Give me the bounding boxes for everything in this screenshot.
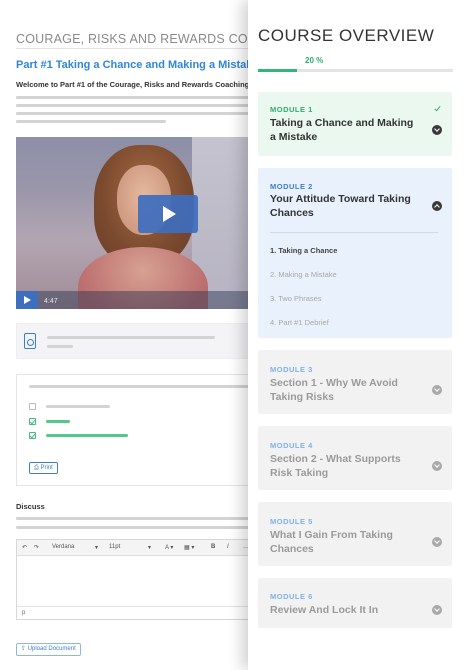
editor-statusbar-divider <box>17 606 257 607</box>
chevron-down-icon: ▾ <box>148 545 152 551</box>
lesson-link[interactable]: 1. Taking a Chance <box>270 246 337 255</box>
lesson-page: COURAGE, RISKS AND REWARDS COACHING Part… <box>0 0 469 670</box>
module-1[interactable]: MODULE 1 Taking a Chance and Making a Mi… <box>258 92 452 156</box>
checkbox[interactable] <box>29 418 36 425</box>
control-play-button[interactable] <box>16 291 38 309</box>
module-number: MODULE 1 <box>270 105 313 114</box>
chevron-down-icon[interactable] <box>432 605 442 615</box>
checklist: ⎙ Print <box>16 374 257 486</box>
chevron-down-icon[interactable] <box>432 125 442 135</box>
print-button[interactable]: ⎙ Print <box>29 462 58 474</box>
module-title: Your Attitude Toward Taking Chances <box>270 193 411 219</box>
module-number: MODULE 5 <box>270 517 313 526</box>
module-title: Review And Lock It In <box>270 604 379 616</box>
checklist-heading-line <box>29 385 257 388</box>
lesson-link[interactable]: 4. Part #1 Debrief <box>270 318 329 327</box>
checkbox[interactable] <box>29 403 36 410</box>
module-number: MODULE 3 <box>270 365 313 374</box>
text-line <box>16 526 252 529</box>
redo-icon[interactable]: ↷ <box>34 544 39 551</box>
module-title: Section 1 - Why We Avoid Taking Risks <box>270 377 398 403</box>
bold-icon[interactable]: B <box>211 544 215 550</box>
print-label: Print <box>40 465 53 471</box>
editor-toolbar: ↶ ↷ Verdana ▾ 11pt ▾ A ▾ ▦ ▾ B I … <box>17 540 257 556</box>
module-4[interactable]: MODULE 4 Section 2 - What Supports Risk … <box>258 426 452 490</box>
progress-bar <box>258 69 453 72</box>
play-icon <box>163 206 176 222</box>
course-title: COURAGE, RISKS AND REWARDS COACHING <box>16 32 260 46</box>
checklist-item-line <box>46 434 128 437</box>
panel-title: COURSE OVERVIEW <box>258 26 435 45</box>
text-color-icon[interactable]: A ▾ <box>165 544 173 551</box>
video-time: 4:47 <box>44 298 58 305</box>
discussion-editor[interactable]: ↶ ↷ Verdana ▾ 11pt ▾ A ▾ ▦ ▾ B I … p <box>16 539 257 620</box>
module-title: What I Gain From Taking Chances <box>270 529 393 555</box>
undo-icon[interactable]: ↶ <box>22 544 27 551</box>
lesson-link[interactable]: 3. Two Phrases <box>270 294 322 303</box>
font-select[interactable]: Verdana <box>52 544 74 550</box>
chevron-down-icon[interactable] <box>432 537 442 547</box>
title-divider <box>16 48 256 49</box>
lesson-link[interactable]: 2. Making a Mistake <box>270 270 337 279</box>
checkbox[interactable] <box>29 432 36 439</box>
text-line <box>16 120 166 123</box>
checklist-item-line <box>46 405 110 408</box>
module-6[interactable]: MODULE 6 Review And Lock It In <box>258 578 452 628</box>
italic-icon[interactable]: I <box>227 544 229 550</box>
discuss-heading: Discuss <box>16 502 45 511</box>
pdf-attachment[interactable] <box>16 323 256 359</box>
font-size-select[interactable]: 11pt <box>109 544 120 550</box>
module-number: MODULE 4 <box>270 441 313 450</box>
module-5[interactable]: MODULE 5 What I Gain From Taking Chances <box>258 502 452 566</box>
welcome-text: Welcome to Part #1 of the Courage, Risks… <box>16 80 250 89</box>
pdf-meta-line <box>47 345 73 348</box>
chevron-down-icon: ▾ <box>95 545 99 551</box>
text-line <box>16 112 252 115</box>
module-2[interactable]: MODULE 2 Your Attitude Toward Taking Cha… <box>258 168 452 338</box>
upload-document-button[interactable]: ⇪ Upload Document <box>16 643 81 656</box>
highlight-icon[interactable]: ▦ ▾ <box>184 544 194 551</box>
module-3[interactable]: MODULE 3 Section 1 - Why We Avoid Taking… <box>258 350 452 414</box>
pdf-name-line <box>47 336 215 339</box>
editor-path: p <box>22 610 26 616</box>
course-overview-panel: COURSE OVERVIEW 20 % MODULE 1 Taking a C… <box>248 0 469 670</box>
text-line <box>16 96 252 99</box>
check-icon <box>434 104 441 112</box>
play-icon <box>24 296 31 304</box>
module-number: MODULE 6 <box>270 592 313 601</box>
chevron-down-icon[interactable] <box>432 461 442 471</box>
video-player[interactable]: 4:47 <box>16 137 252 309</box>
module-title: Section 2 - What Supports Risk Taking <box>270 453 401 479</box>
chevron-up-icon[interactable] <box>432 201 442 211</box>
lesson-content: COURAGE, RISKS AND REWARDS COACHING Part… <box>0 0 260 670</box>
progress-label: 20 % <box>305 56 324 65</box>
lesson-title: Part #1 Taking a Chance and Making a Mis… <box>16 59 259 71</box>
module-number: MODULE 2 <box>270 182 313 191</box>
chevron-down-icon[interactable] <box>432 385 442 395</box>
checklist-item-line <box>46 420 70 423</box>
lessons-divider <box>270 232 438 233</box>
text-line <box>16 104 252 107</box>
progress-fill <box>258 69 297 72</box>
module-title: Taking a Chance and Making a Mistake <box>270 117 414 143</box>
pdf-icon <box>24 333 36 349</box>
upload-label: Upload Document <box>27 646 76 652</box>
play-button[interactable] <box>138 195 198 233</box>
text-line <box>16 517 252 520</box>
